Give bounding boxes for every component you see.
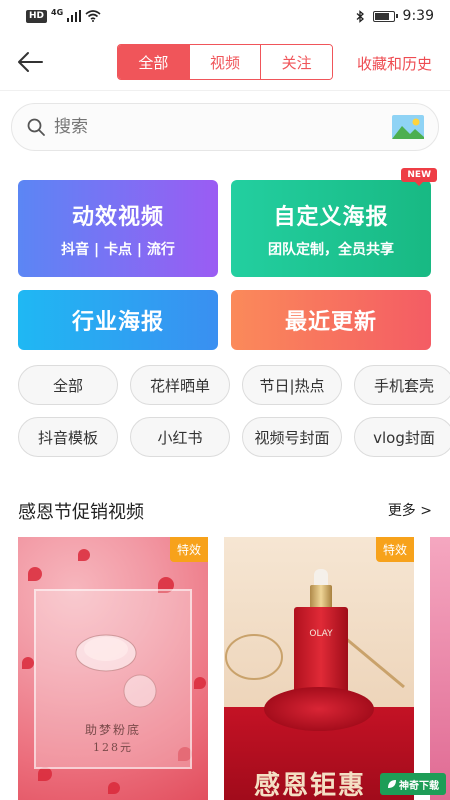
new-badge: NEW <box>401 168 437 186</box>
compact-powder-icon <box>75 634 157 708</box>
network-type: 4G <box>51 7 64 17</box>
search-bar[interactable] <box>11 103 439 151</box>
petal <box>194 677 206 689</box>
motion-video-title: 动效视频 <box>71 204 164 230</box>
category-chips-row-1: 全部 花样晒单 节日|热点 手机套壳 <box>18 365 450 405</box>
motion-video-card[interactable]: 动效视频 抖音 | 卡点 | 流行 <box>18 180 218 277</box>
filter-tabs: 全部 视频 关注 <box>117 44 333 80</box>
leaf-icon <box>388 780 396 788</box>
chip-phone-case[interactable]: 手机套壳 <box>354 365 450 405</box>
chip-channel-cover[interactable]: 视频号封面 <box>242 417 342 457</box>
chip-douyin-template[interactable]: 抖音模板 <box>18 417 118 457</box>
search-input[interactable] <box>54 117 392 137</box>
chip-all[interactable]: 全部 <box>18 365 118 405</box>
industry-poster-card[interactable]: 行业海报 <box>18 290 218 350</box>
back-arrow-icon <box>18 52 43 72</box>
product-caption: 助梦粉底 <box>84 723 141 737</box>
header-divider <box>0 90 450 91</box>
motion-video-subtitle: 抖音 | 卡点 | 流行 <box>61 241 175 258</box>
hd-badge: HD <box>26 9 48 23</box>
custom-poster-card[interactable]: NEW 自定义海报 团队定制，全员共享 <box>231 168 437 277</box>
petal <box>108 782 120 794</box>
recent-updates-card[interactable]: 最近更新 <box>231 290 431 350</box>
product-price: 128元 <box>93 741 133 754</box>
section-title: 感恩节促销视频 <box>18 502 144 523</box>
effect-tag: 特效 <box>375 537 414 562</box>
status-left: HD 4G <box>26 7 101 23</box>
product-frame: 助梦粉底 128元 <box>34 589 192 769</box>
promo-text: 感恩钜惠 <box>254 771 367 800</box>
status-bar: HD 4G 9:39 <box>0 0 450 32</box>
industry-poster-title: 行业海报 <box>71 310 164 335</box>
chip-showcase[interactable]: 花样晒单 <box>130 365 230 405</box>
effect-tag: 特效 <box>169 537 208 562</box>
image-search-icon[interactable] <box>392 115 424 139</box>
more-link[interactable]: 更多 > <box>388 500 432 520</box>
petal <box>22 657 34 669</box>
petal <box>28 567 42 581</box>
chip-festival-hot[interactable]: 节日|热点 <box>242 365 342 405</box>
tab-following[interactable]: 关注 <box>260 45 332 79</box>
product-label: OLAY <box>309 629 333 639</box>
cellular-signal-icon <box>67 10 82 22</box>
back-button[interactable] <box>14 46 46 78</box>
header: 全部 视频 关注 收藏和历史 <box>0 40 450 84</box>
petal <box>38 767 52 781</box>
chip-xiaohongshu[interactable]: 小红书 <box>130 417 230 457</box>
video-thumbnail-1[interactable]: 助梦粉底 128元 特效 <box>18 537 208 800</box>
battery-icon <box>372 10 398 22</box>
watermark-text: 神奇下载 <box>399 780 439 792</box>
custom-poster-title: 自定义海报 <box>273 204 389 230</box>
video-thumbnail-2[interactable]: OLAY 感恩钜惠 特效 <box>224 537 414 800</box>
bluetooth-icon <box>356 9 364 23</box>
product-bottle: OLAY <box>294 607 348 697</box>
status-right: 9:39 <box>356 8 434 24</box>
chip-vlog-cover[interactable]: vlog封面 <box>354 417 450 457</box>
bottle-cap <box>310 585 332 609</box>
category-chips-row-2: 抖音模板 小红书 视频号封面 vlog封面 <box>18 417 450 457</box>
video-thumbnail-3[interactable] <box>430 537 450 800</box>
wifi-icon <box>85 10 101 22</box>
status-time: 9:39 <box>402 8 434 24</box>
watermark-badge: 神奇下载 <box>380 773 446 795</box>
custom-poster-subtitle: 团队定制，全员共享 <box>268 241 394 258</box>
tab-video[interactable]: 视频 <box>188 45 261 79</box>
tab-all[interactable]: 全部 <box>118 45 189 79</box>
favorites-history-link[interactable]: 收藏和历史 <box>357 53 432 74</box>
search-icon <box>27 118 45 136</box>
recent-updates-title: 最近更新 <box>284 310 377 335</box>
petal <box>78 549 90 561</box>
